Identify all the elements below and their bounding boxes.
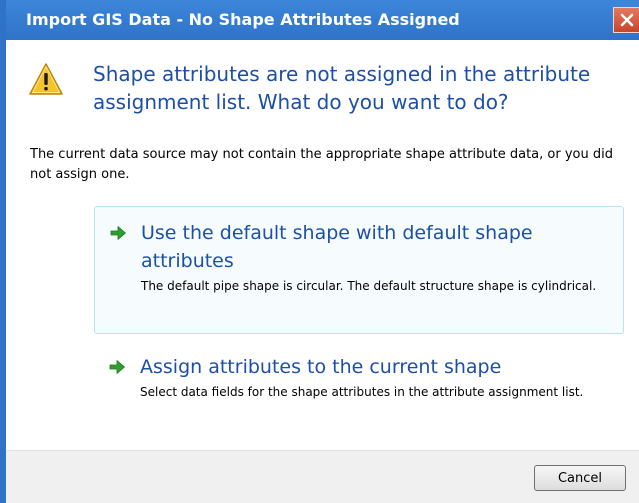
- main-instruction: Shape attributes are not assigned in the…: [93, 62, 591, 114]
- title-bar: Import GIS Data - No Shape Attributes As…: [6, 0, 639, 40]
- option-title: Use the default shape with default shape…: [141, 222, 533, 272]
- close-icon: [620, 13, 633, 27]
- cancel-button[interactable]: Cancel: [534, 465, 626, 491]
- option-assign-attributes[interactable]: Assign attributes to the current shape S…: [94, 345, 624, 445]
- option-description: Select data fields for the shape attribu…: [140, 385, 584, 399]
- dialog-window: Import GIS Data - No Shape Attributes As…: [0, 0, 639, 503]
- green-arrow-icon: [110, 226, 126, 240]
- close-button[interactable]: [613, 7, 639, 33]
- button-bar: Cancel: [6, 450, 639, 503]
- option-use-default-shape[interactable]: Use the default shape with default shape…: [94, 206, 624, 334]
- content-description: The current data source may not contain …: [30, 147, 613, 182]
- option-description: The default pipe shape is circular. The …: [141, 279, 597, 293]
- window-title: Import GIS Data - No Shape Attributes As…: [26, 10, 460, 29]
- green-arrow-icon: [109, 360, 125, 374]
- warning-icon: [29, 63, 63, 95]
- dialog-content: Shape attributes are not assigned in the…: [6, 40, 639, 503]
- option-title: Assign attributes to the current shape: [140, 356, 502, 378]
